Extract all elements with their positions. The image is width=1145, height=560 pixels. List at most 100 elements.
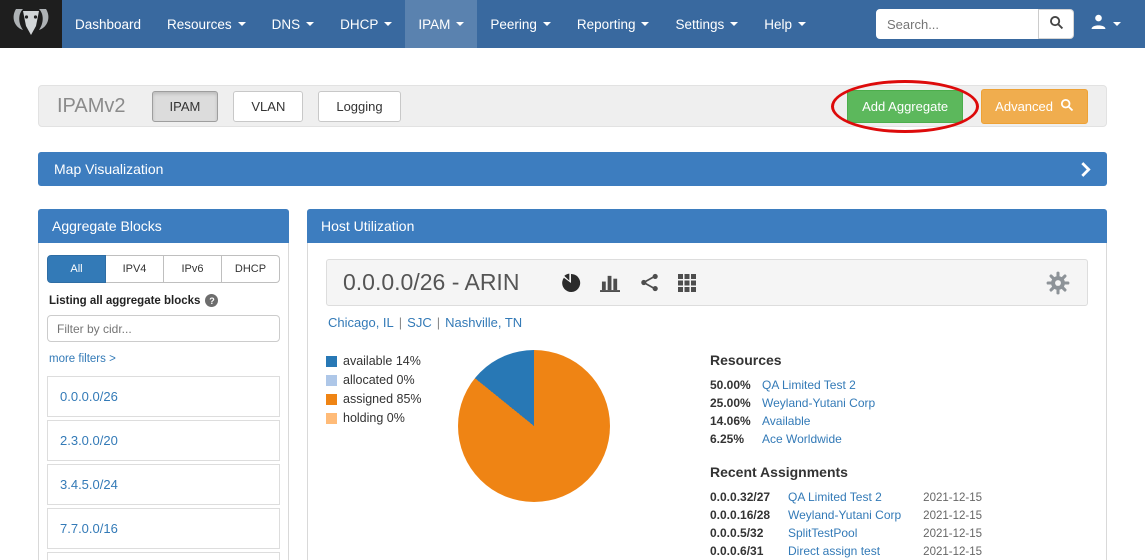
nav-item-settings[interactable]: Settings [662, 0, 751, 48]
nav-item-resources[interactable]: Resources [154, 0, 259, 48]
legend-swatch [326, 375, 337, 386]
nav-label: Peering [490, 17, 537, 32]
resource-row: 14.06%Available [710, 414, 982, 428]
location-link[interactable]: Chicago, IL [328, 315, 394, 330]
grid-icon[interactable] [678, 274, 696, 292]
nav-item-dns[interactable]: DNS [259, 0, 328, 48]
filter-tab-ipv6[interactable]: IPv6 [164, 255, 222, 283]
filter-tab-ipv4[interactable]: IPV4 [106, 255, 164, 283]
aggregate-blocks-header: Aggregate Blocks [38, 209, 289, 243]
cidr-filter-input[interactable] [47, 315, 280, 342]
chevron-down-icon [730, 22, 738, 26]
add-aggregate-button[interactable]: Add Aggregate [847, 90, 963, 123]
map-visualization-bar[interactable]: Map Visualization [38, 152, 1107, 186]
toolbar-actions: Add Aggregate Advanced [847, 89, 1088, 124]
assignment-row: 0.0.0.5/32SplitTestPool2021-12-15 [710, 526, 982, 540]
listing-text: Listing all aggregate blocks [49, 295, 200, 307]
assignment-row: 0.0.0.32/27QA Limited Test 22021-12-15 [710, 490, 982, 504]
assignment-link[interactable]: SplitTestPool [788, 526, 910, 540]
resource-link[interactable]: Ace Worldwide [762, 432, 842, 446]
filter-tab-dhcp[interactable]: DHCP [222, 255, 280, 283]
brand-logo[interactable] [0, 0, 62, 48]
filter-tab-all[interactable]: All [47, 255, 106, 283]
ram-logo-icon [9, 4, 53, 45]
legend-label: assigned 85% [343, 392, 422, 406]
legend-item: allocated 0% [326, 373, 428, 387]
aggregate-block-list: 0.0.0.0/26 2.3.0.0/20 3.4.5.0/24 7.7.0.0… [47, 376, 280, 560]
block-item[interactable]: 0.0.0.0/26 [47, 376, 280, 417]
resource-row: 6.25%Ace Worldwide [710, 432, 982, 446]
help-icon[interactable]: ? [205, 294, 218, 307]
assignment-date: 2021-12-15 [910, 546, 982, 558]
assignment-link[interactable]: QA Limited Test 2 [788, 490, 910, 504]
content-columns: Aggregate Blocks All IPV4 IPv6 DHCP List… [38, 209, 1107, 560]
nav-right-group [876, 0, 1145, 48]
legend-label: available 14% [343, 354, 421, 368]
location-links: Chicago, IL|SJC|Nashville, TN [328, 315, 1086, 330]
chevron-right-icon[interactable] [1080, 161, 1091, 178]
legend-item: holding 0% [326, 411, 428, 425]
tab-ipam[interactable]: IPAM [152, 91, 219, 122]
nav-item-help[interactable]: Help [751, 0, 819, 48]
resource-percent: 50.00% [710, 378, 762, 392]
assignment-row: 0.0.0.16/28Weyland-Yutani Corp2021-12-15 [710, 508, 982, 522]
search-input[interactable] [876, 9, 1038, 39]
assignment-date: 2021-12-15 [910, 492, 982, 504]
nav-label: DNS [272, 17, 301, 32]
chevron-down-icon [384, 22, 392, 26]
pie-chart-icon[interactable] [561, 273, 581, 293]
location-separator: | [399, 315, 402, 330]
assignment-cidr: 0.0.0.16/28 [710, 508, 788, 522]
block-title-bar: 0.0.0.0/26 - ARIN [326, 259, 1088, 306]
resources-heading: Resources [710, 352, 982, 368]
resource-link[interactable]: Available [762, 414, 810, 428]
chevron-down-icon [456, 22, 464, 26]
nav-label: Help [764, 17, 792, 32]
page-title: IPAMv2 [57, 95, 126, 118]
resource-link[interactable]: Weyland-Yutani Corp [762, 396, 875, 410]
location-link[interactable]: Nashville, TN [445, 315, 522, 330]
assignment-date: 2021-12-15 [910, 528, 982, 540]
assignment-cidr: 0.0.0.6/31 [710, 544, 788, 558]
resource-link[interactable]: QA Limited Test 2 [762, 378, 856, 392]
gear-icon[interactable] [1045, 270, 1071, 296]
advanced-button[interactable]: Advanced [981, 89, 1088, 124]
resource-row: 50.00%QA Limited Test 2 [710, 378, 982, 392]
nav-item-ipam[interactable]: IPAM [405, 0, 477, 48]
chevron-down-icon [306, 22, 314, 26]
bar-chart-icon[interactable] [600, 273, 621, 292]
assignment-link[interactable]: Weyland-Yutani Corp [788, 508, 910, 522]
block-item[interactable] [47, 552, 280, 560]
advanced-label: Advanced [995, 99, 1053, 114]
legend-swatch [326, 356, 337, 367]
chevron-down-icon [798, 22, 806, 26]
nav-item-reporting[interactable]: Reporting [564, 0, 663, 48]
block-item[interactable]: 3.4.5.0/24 [47, 464, 280, 505]
share-icon[interactable] [640, 273, 659, 292]
block-item[interactable]: 2.3.0.0/20 [47, 420, 280, 461]
chevron-down-icon [238, 22, 246, 26]
chevron-down-icon [1113, 22, 1121, 26]
tab-vlan[interactable]: VLAN [233, 91, 303, 122]
block-title: 0.0.0.0/26 - ARIN [343, 269, 519, 296]
nav-item-dashboard[interactable]: Dashboard [62, 0, 154, 48]
more-filters-link[interactable]: more filters > [49, 353, 116, 365]
location-link[interactable]: SJC [407, 315, 432, 330]
legend-swatch [326, 413, 337, 424]
recent-assignments-heading: Recent Assignments [710, 464, 982, 480]
chevron-down-icon [641, 22, 649, 26]
tab-logging[interactable]: Logging [318, 91, 400, 122]
nav-label: DHCP [340, 17, 378, 32]
nav-label: IPAM [418, 17, 450, 32]
block-item[interactable]: 7.7.0.0/16 [47, 508, 280, 549]
aggregate-blocks-body: All IPV4 IPv6 DHCP Listing all aggregate… [39, 243, 288, 560]
user-menu[interactable] [1074, 13, 1137, 35]
assignment-link[interactable]: Direct assign test [788, 544, 910, 558]
nav-item-dhcp[interactable]: DHCP [327, 0, 405, 48]
utilization-pie-chart [458, 350, 610, 502]
view-toggle-icons [561, 273, 696, 293]
page-body: IPAMv2 IPAM VLAN Logging Add Aggregate A… [0, 85, 1145, 560]
user-icon [1090, 13, 1107, 35]
nav-item-peering[interactable]: Peering [477, 0, 564, 48]
search-button[interactable] [1038, 9, 1074, 39]
